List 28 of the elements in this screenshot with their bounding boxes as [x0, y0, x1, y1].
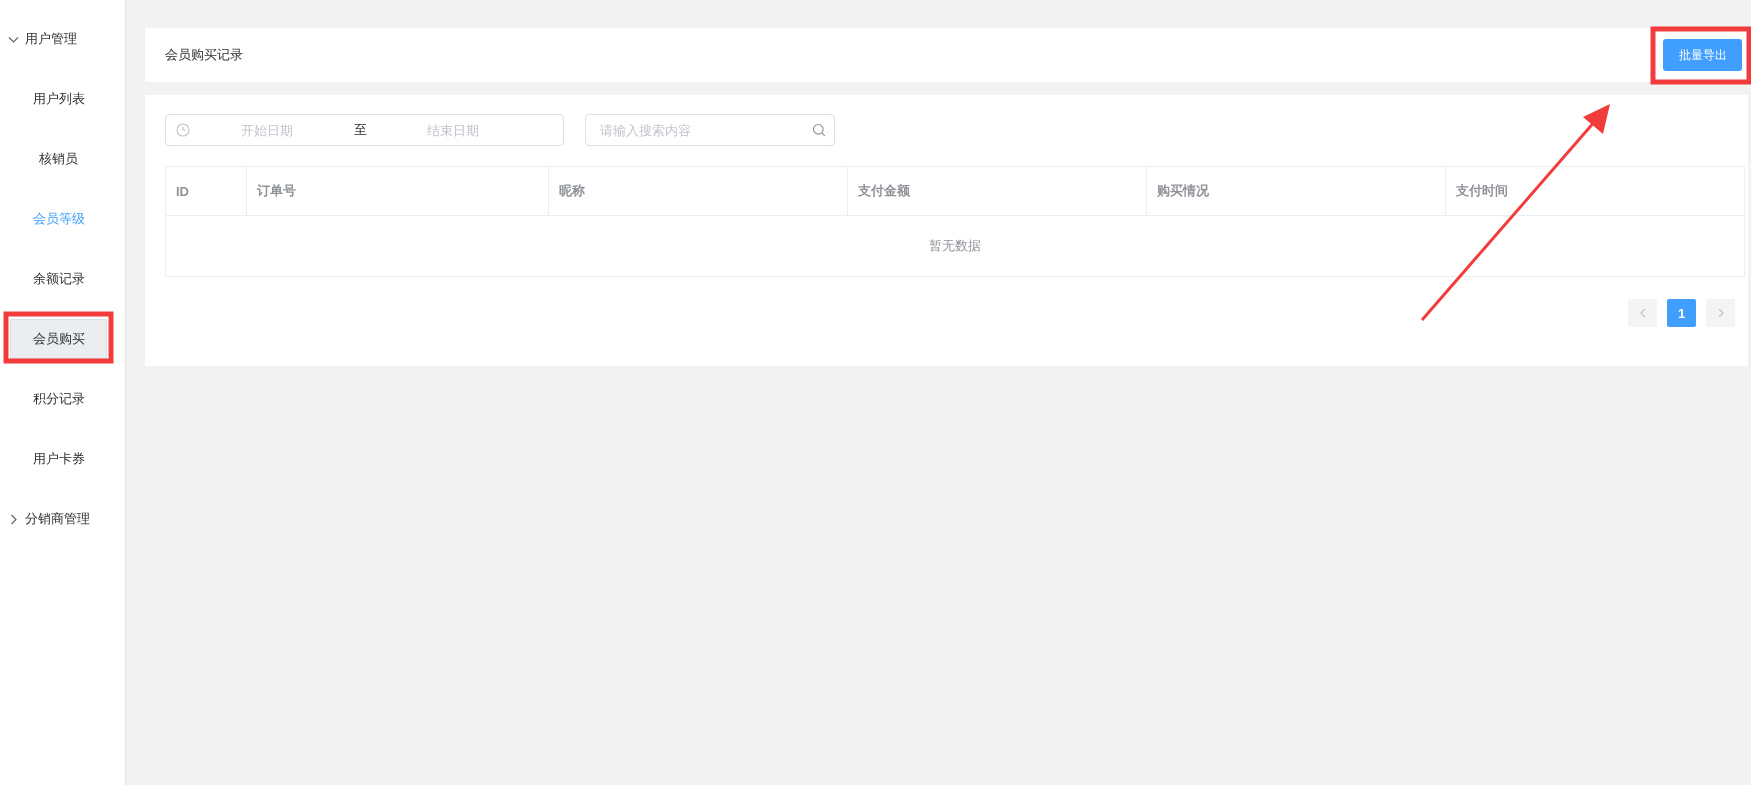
column-header: 购买情况 — [1146, 166, 1446, 216]
next-page-button[interactable] — [1706, 299, 1735, 327]
search-icon — [812, 123, 826, 137]
clock-icon — [176, 123, 190, 137]
column-header: 订单号 — [246, 166, 549, 216]
date-range-field[interactable]: 开始日期 至 结束日期 — [165, 114, 564, 146]
sidebar-item[interactable]: 会员购买 — [10, 319, 107, 359]
chevron-right-icon — [1716, 308, 1725, 318]
column-header: 昵称 — [548, 166, 848, 216]
sidebar-group[interactable]: 用户管理 — [0, 19, 125, 59]
chevron-left-icon — [1638, 308, 1647, 318]
group-label: 用户管理 — [25, 30, 77, 48]
search-field[interactable]: 请输入搜索内容 — [585, 114, 835, 146]
page-title: 会员购买记录 — [165, 46, 243, 64]
sidebar-item[interactable]: 余额记录 — [10, 259, 107, 299]
sidebar-item[interactable]: 积分记录 — [10, 379, 107, 419]
range-separator: 至 — [352, 121, 368, 139]
column-header: ID — [165, 166, 247, 216]
sidebar-item[interactable]: 用户卡券 — [10, 439, 107, 479]
sidebar-group[interactable]: 分销商管理 — [0, 499, 125, 539]
sidebar-item[interactable]: 核销员 — [10, 139, 107, 179]
group-label: 分销商管理 — [25, 510, 90, 528]
sidebar-item[interactable]: 用户列表 — [10, 79, 107, 119]
empty-message: 暂无数据 — [165, 215, 1745, 277]
caret-icon — [8, 513, 19, 525]
column-header: 支付时间 — [1445, 166, 1745, 216]
prev-page-button[interactable] — [1628, 299, 1657, 327]
column-header: 支付金额 — [847, 166, 1147, 216]
